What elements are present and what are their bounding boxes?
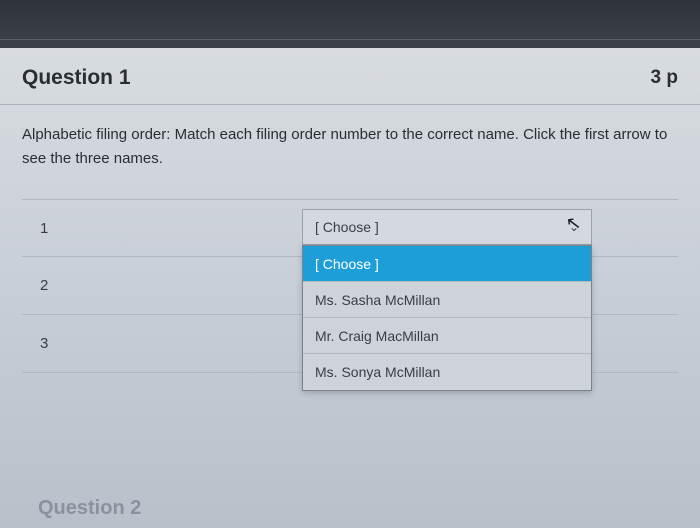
match-number: 1 (22, 220, 72, 237)
dropdown-option-label: Ms. Sasha McMillan (315, 292, 440, 308)
question-body: Alphabetic filing order: Match each fili… (0, 105, 700, 373)
match-table: 1 2 3 [ Choose ] ⌄ [ Choose ] Ms. Sas (22, 199, 678, 373)
dropdown-option-label: [ Choose ] (315, 256, 379, 272)
match-number: 3 (22, 335, 72, 352)
next-question-title: Question 2 (38, 497, 141, 520)
question-text: Alphabetic filing order: Match each fili… (22, 123, 678, 171)
question-title: Question 1 (22, 66, 131, 90)
dropdown-option-name[interactable]: Ms. Sonya McMillan (303, 354, 591, 390)
dropdown-selected-label: [ Choose ] (315, 219, 379, 235)
dropdown-option-name[interactable]: Mr. Craig MacMillan (303, 318, 591, 354)
dropdown-option-label: Ms. Sonya McMillan (315, 364, 440, 380)
dropdown-option-choose[interactable]: [ Choose ] (303, 246, 591, 282)
quiz-page: Question 1 3 p Alphabetic filing order: … (0, 48, 700, 528)
question-header: Question 1 3 p (0, 48, 700, 105)
question-points: 3 p (651, 67, 678, 89)
dropdown-trigger[interactable]: [ Choose ] ⌄ (302, 209, 592, 245)
window-chrome-strip (0, 0, 700, 40)
match-number: 2 (22, 277, 72, 294)
dropdown-option-label: Mr. Craig MacMillan (315, 328, 439, 344)
dropdown-option-name[interactable]: Ms. Sasha McMillan (303, 282, 591, 318)
answer-dropdown[interactable]: [ Choose ] ⌄ [ Choose ] Ms. Sasha McMill… (302, 209, 592, 245)
chevron-down-icon: ⌄ (569, 220, 579, 234)
dropdown-listbox[interactable]: [ Choose ] Ms. Sasha McMillan Mr. Craig … (302, 245, 592, 391)
